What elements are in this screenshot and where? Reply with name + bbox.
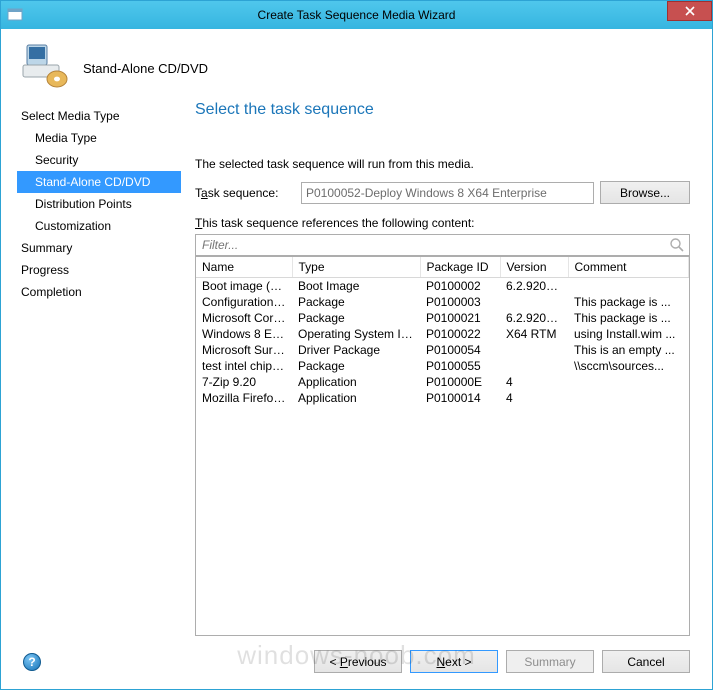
cell-name: Microsoft Corpor...: [196, 310, 292, 326]
table-row[interactable]: Microsoft Surfac...Driver PackageP010005…: [196, 342, 689, 358]
cell-name: Windows 8 Ente...: [196, 326, 292, 342]
cell-pkg: P0100014: [420, 390, 500, 406]
wizard-window: Create Task Sequence Media Wizard Stand-…: [0, 0, 713, 690]
previous-button[interactable]: < Previous: [314, 650, 402, 673]
close-icon: [685, 6, 695, 16]
cell-ver: 6.2.9200....: [500, 278, 568, 295]
wizard-header: Stand-Alone CD/DVD: [1, 29, 712, 95]
cell-pkg: P0100021: [420, 310, 500, 326]
task-sequence-row: Task sequence: Browse...: [195, 181, 690, 204]
cell-type: Boot Image: [292, 278, 420, 295]
disc-computer-icon: [21, 41, 69, 89]
col-type-header[interactable]: Type: [292, 257, 420, 278]
cell-ver: [500, 358, 568, 374]
task-sequence-field[interactable]: [301, 182, 594, 204]
nav-item-completion[interactable]: Completion: [17, 281, 187, 303]
page-heading: Select the task sequence: [195, 101, 690, 119]
cell-name: test intel chipset: [196, 358, 292, 374]
table-row[interactable]: 7-Zip 9.20ApplicationP010000E4: [196, 374, 689, 390]
cell-type: Package: [292, 310, 420, 326]
nav-item-progress[interactable]: Progress: [17, 259, 187, 281]
filter-row: [195, 234, 690, 256]
cell-type: Operating System Image: [292, 326, 420, 342]
cell-ver: [500, 342, 568, 358]
cell-name: Microsoft Surfac...: [196, 342, 292, 358]
table-row[interactable]: Windows 8 Ente...Operating System ImageP…: [196, 326, 689, 342]
cell-cmt: using Install.wim ...: [568, 326, 689, 342]
titlebar: Create Task Sequence Media Wizard: [1, 1, 712, 29]
cell-pkg: P0100003: [420, 294, 500, 310]
nav-item-summary[interactable]: Summary: [17, 237, 187, 259]
col-name-header[interactable]: Name: [196, 257, 292, 278]
table-row[interactable]: test intel chipsetPackageP0100055 \\sccm\…: [196, 358, 689, 374]
summary-button: Summary: [506, 650, 594, 673]
cell-cmt: This package is ...: [568, 310, 689, 326]
nav-item-security[interactable]: Security: [17, 149, 187, 171]
cell-name: 7-Zip 9.20: [196, 374, 292, 390]
table-row[interactable]: Mozilla Firefox (e...ApplicationP0100014…: [196, 390, 689, 406]
content-pane: Select the task sequence The selected ta…: [187, 95, 712, 636]
nav-item-stand-alone-cd-dvd[interactable]: Stand-Alone CD/DVD: [17, 171, 181, 193]
cell-type: Driver Package: [292, 342, 420, 358]
cell-pkg: P0100002: [420, 278, 500, 295]
table-row[interactable]: Boot image (x64)Boot ImageP01000026.2.92…: [196, 278, 689, 295]
cell-type: Application: [292, 390, 420, 406]
cell-type: Package: [292, 294, 420, 310]
col-pkg-header[interactable]: Package ID: [420, 257, 500, 278]
next-label: Next >: [436, 655, 471, 669]
nav-sidebar: Select Media TypeMedia TypeSecurityStand…: [1, 95, 187, 636]
cancel-button[interactable]: Cancel: [602, 650, 690, 673]
col-cmt-header[interactable]: Comment: [568, 257, 689, 278]
previous-label: < Previous: [329, 655, 386, 669]
cell-pkg: P010000E: [420, 374, 500, 390]
window-title: Create Task Sequence Media Wizard: [1, 8, 712, 22]
cell-cmt: [568, 374, 689, 390]
browse-button[interactable]: Browse...: [600, 181, 690, 204]
next-button[interactable]: Next >: [410, 650, 498, 673]
cell-cmt: This is an empty ...: [568, 342, 689, 358]
cell-type: Package: [292, 358, 420, 374]
cell-cmt: \\sccm\sources...: [568, 358, 689, 374]
instruction-text: The selected task sequence will run from…: [195, 157, 690, 171]
cell-cmt: [568, 278, 689, 295]
help-icon[interactable]: ?: [23, 653, 41, 671]
nav-item-customization[interactable]: Customization: [17, 215, 187, 237]
nav-item-select-media-type[interactable]: Select Media Type: [17, 105, 187, 127]
cell-type: Application: [292, 374, 420, 390]
table-row[interactable]: Configuration M...PackageP0100003 This pa…: [196, 294, 689, 310]
col-ver-header[interactable]: Version: [500, 257, 568, 278]
references-table[interactable]: Name Type Package ID Version Comment Boo…: [195, 256, 690, 636]
search-icon[interactable]: [669, 237, 685, 253]
cell-pkg: P0100022: [420, 326, 500, 342]
cell-cmt: This package is ...: [568, 294, 689, 310]
wizard-subtitle: Stand-Alone CD/DVD: [83, 55, 208, 76]
cell-ver: X64 RTM: [500, 326, 568, 342]
nav-item-media-type[interactable]: Media Type: [17, 127, 187, 149]
cell-ver: [500, 294, 568, 310]
task-sequence-label: Task sequence:: [195, 186, 295, 200]
cell-name: Boot image (x64): [196, 278, 292, 295]
close-button[interactable]: [667, 1, 712, 21]
cell-ver: 6.2.9200....: [500, 310, 568, 326]
cell-cmt: [568, 390, 689, 406]
nav-item-distribution-points[interactable]: Distribution Points: [17, 193, 187, 215]
cell-ver: 4: [500, 390, 568, 406]
footer: ? < Previous Next > Summary Cancel: [1, 636, 712, 689]
references-label: This task sequence references the follow…: [195, 216, 690, 230]
cell-pkg: P0100054: [420, 342, 500, 358]
cell-pkg: P0100055: [420, 358, 500, 374]
cell-name: Configuration M...: [196, 294, 292, 310]
table-header-row[interactable]: Name Type Package ID Version Comment: [196, 257, 689, 278]
table-row[interactable]: Microsoft Corpor...PackageP01000216.2.92…: [196, 310, 689, 326]
cell-name: Mozilla Firefox (e...: [196, 390, 292, 406]
app-icon: [7, 7, 23, 23]
cell-ver: 4: [500, 374, 568, 390]
filter-input[interactable]: [196, 236, 669, 254]
